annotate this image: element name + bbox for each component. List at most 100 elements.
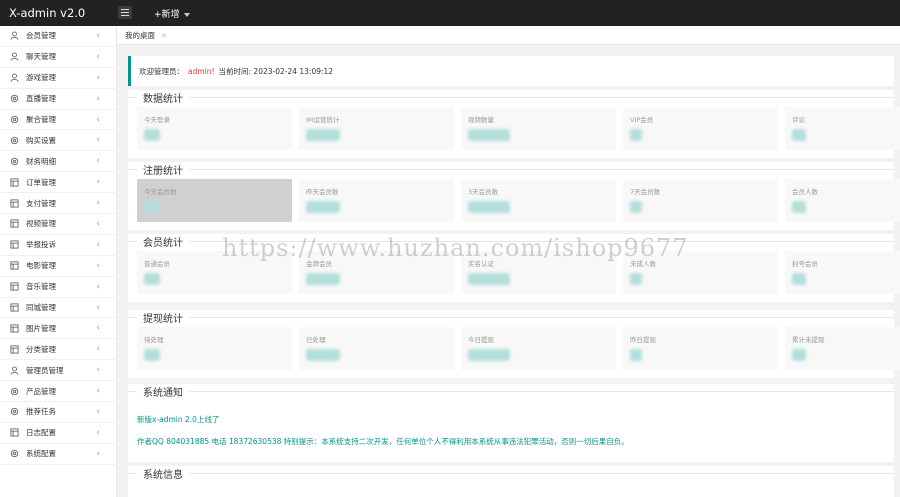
list-icon <box>9 303 19 313</box>
sidebar-item-8[interactable]: 支付管理 ‹ <box>0 193 116 215</box>
stat-label: 昨日提现 <box>630 336 656 344</box>
chevron-left-icon: ‹ <box>96 407 100 418</box>
user-icon <box>9 365 19 375</box>
sidebar-item-14[interactable]: 图片管理 ‹ <box>0 318 116 340</box>
chevron-left-icon: ‹ <box>96 239 100 250</box>
sidebar-item-6[interactable]: 财务明细 ‹ <box>0 151 116 173</box>
close-icon[interactable]: × <box>161 31 167 40</box>
stat-label: IM运营统计 <box>306 116 340 124</box>
tab-label: 我的桌面 <box>125 31 155 40</box>
add-new-menu[interactable]: +新增 <box>154 7 190 20</box>
stat-card[interactable]: 金牌会员 <box>299 251 454 294</box>
sidebar-item-19[interactable]: 日志配置 ‹ <box>0 423 116 444</box>
sidebar-item-17[interactable]: 产品管理 ‹ <box>0 381 116 403</box>
stat-card[interactable]: 会员人数 <box>785 179 900 222</box>
chevron-left-icon: ‹ <box>96 365 100 376</box>
sidebar-item-label: 支付管理 <box>26 198 56 208</box>
stat-card[interactable]: 今日提现 <box>461 327 616 370</box>
stat-label: 会员人数 <box>792 188 818 196</box>
sidebar-item-4[interactable]: 聚合管理 ‹ <box>0 110 116 131</box>
stat-card[interactable]: 3天会员数 <box>461 179 616 222</box>
stat-card[interactable]: IM运营统计 <box>299 107 454 150</box>
list-icon <box>9 261 19 271</box>
list-icon <box>9 177 19 187</box>
list-icon <box>9 240 19 250</box>
stat-label: 普通会员 <box>144 260 170 268</box>
sidebar-item-12[interactable]: 音乐管理 ‹ <box>0 277 116 298</box>
stat-card[interactable]: 今天登录 <box>137 107 292 150</box>
notice-title: 系统通知 <box>137 384 189 399</box>
gear-icon <box>9 386 19 396</box>
chevron-left-icon: ‹ <box>96 323 100 334</box>
stat-value-redacted <box>630 129 642 141</box>
stat-value-redacted <box>144 273 160 285</box>
stat-label: 昨天会员数 <box>306 188 339 196</box>
sidebar-item-20[interactable]: 系统配置 ‹ <box>0 444 116 465</box>
stat-value-redacted <box>144 201 160 213</box>
sidebar-item-label: 财务明细 <box>26 156 56 166</box>
stat-card[interactable]: 评论 <box>785 107 900 150</box>
sidebar-item-9[interactable]: 视频管理 ‹ <box>0 214 116 235</box>
sidebar-item-7[interactable]: 订单管理 ‹ <box>0 172 116 194</box>
sidebar-item-16[interactable]: 管理员管理 ‹ <box>0 360 116 382</box>
stat-value-redacted <box>306 201 340 213</box>
chevron-left-icon: ‹ <box>96 93 100 104</box>
sidebar-item-label: 同城管理 <box>26 303 56 313</box>
list-icon <box>9 323 19 333</box>
chevron-left-icon: ‹ <box>96 177 100 188</box>
sidebar-item-15[interactable]: 分类管理 ‹ <box>0 339 116 361</box>
sidebar-item-label: 直播管理 <box>26 94 56 104</box>
sidebar-item-0[interactable]: 会员管理 ‹ <box>0 26 116 47</box>
sidebar-item-label: 分类管理 <box>26 344 56 354</box>
menu-toggle-button[interactable] <box>118 6 132 19</box>
stat-card[interactable]: 实名认证 <box>461 251 616 294</box>
stat-card[interactable]: 待处理 <box>137 327 292 370</box>
stat-card[interactable]: 今天会员数 <box>137 179 292 222</box>
sidebar-item-label: 管理员管理 <box>26 365 64 375</box>
sidebar-item-2[interactable]: 游戏管理 ‹ <box>0 68 116 89</box>
sidebar-item-18[interactable]: 推荐任务 ‹ <box>0 402 116 423</box>
tab-desktop[interactable]: 我的桌面 × <box>125 30 167 41</box>
chevron-left-icon: ‹ <box>96 156 100 167</box>
stat-card[interactable]: 已处理 <box>299 327 454 370</box>
stat-label: VIP会员 <box>630 116 654 124</box>
stat-value-redacted <box>630 273 642 285</box>
data-stats-title: 数据统计 <box>137 90 189 105</box>
chevron-left-icon: ‹ <box>96 219 100 230</box>
list-icon <box>9 282 19 292</box>
stat-value-redacted <box>630 201 642 213</box>
stat-card[interactable]: 封号会员 <box>785 251 900 294</box>
stat-card[interactable]: 普通会员 <box>137 251 292 294</box>
sidebar-item-10[interactable]: 举报投诉 ‹ <box>0 235 116 256</box>
stat-value-redacted <box>306 349 340 361</box>
stat-value-redacted <box>468 129 510 141</box>
sidebar-item-3[interactable]: 直播管理 ‹ <box>0 89 116 110</box>
chevron-left-icon: ‹ <box>96 198 100 209</box>
stat-label: 今天登录 <box>144 116 170 124</box>
sidebar-item-13[interactable]: 同城管理 ‹ <box>0 298 116 319</box>
notice-link[interactable]: 新版x-admin 2.0上线了 <box>137 414 219 425</box>
sidebar-item-1[interactable]: 聊天管理 ‹ <box>0 47 116 68</box>
chevron-left-icon: ‹ <box>96 51 100 62</box>
sidebar-item-5[interactable]: 购买设置 ‹ <box>0 130 116 152</box>
sidebar-item-11[interactable]: 电影管理 ‹ <box>0 256 116 277</box>
stat-card[interactable]: 视频数量 <box>461 107 616 150</box>
sidebar-item-label: 图片管理 <box>26 323 56 333</box>
stat-card[interactable]: 昨日提现 <box>623 327 778 370</box>
stat-card[interactable]: VIP会员 <box>623 107 778 150</box>
user-icon <box>9 52 19 62</box>
stat-label: 今天会员数 <box>144 188 177 196</box>
stat-card[interactable]: 昨天会员数 <box>299 179 454 222</box>
stat-card[interactable]: 7天会员数 <box>623 179 778 222</box>
stat-label: 今日提现 <box>468 336 494 344</box>
stat-label: 7天会员数 <box>630 188 661 196</box>
sysinfo-panel: 系统信息 <box>128 466 894 497</box>
stat-label: 3天会员数 <box>468 188 499 196</box>
chevron-left-icon: ‹ <box>96 427 100 438</box>
chevron-left-icon: ‹ <box>96 72 100 83</box>
stat-card[interactable]: 未成人数 <box>623 251 778 294</box>
sysinfo-title: 系统信息 <box>137 466 189 481</box>
sidebar-item-label: 视频管理 <box>26 219 56 229</box>
chevron-left-icon: ‹ <box>96 386 100 397</box>
stat-card[interactable]: 累计未提现 <box>785 327 900 370</box>
